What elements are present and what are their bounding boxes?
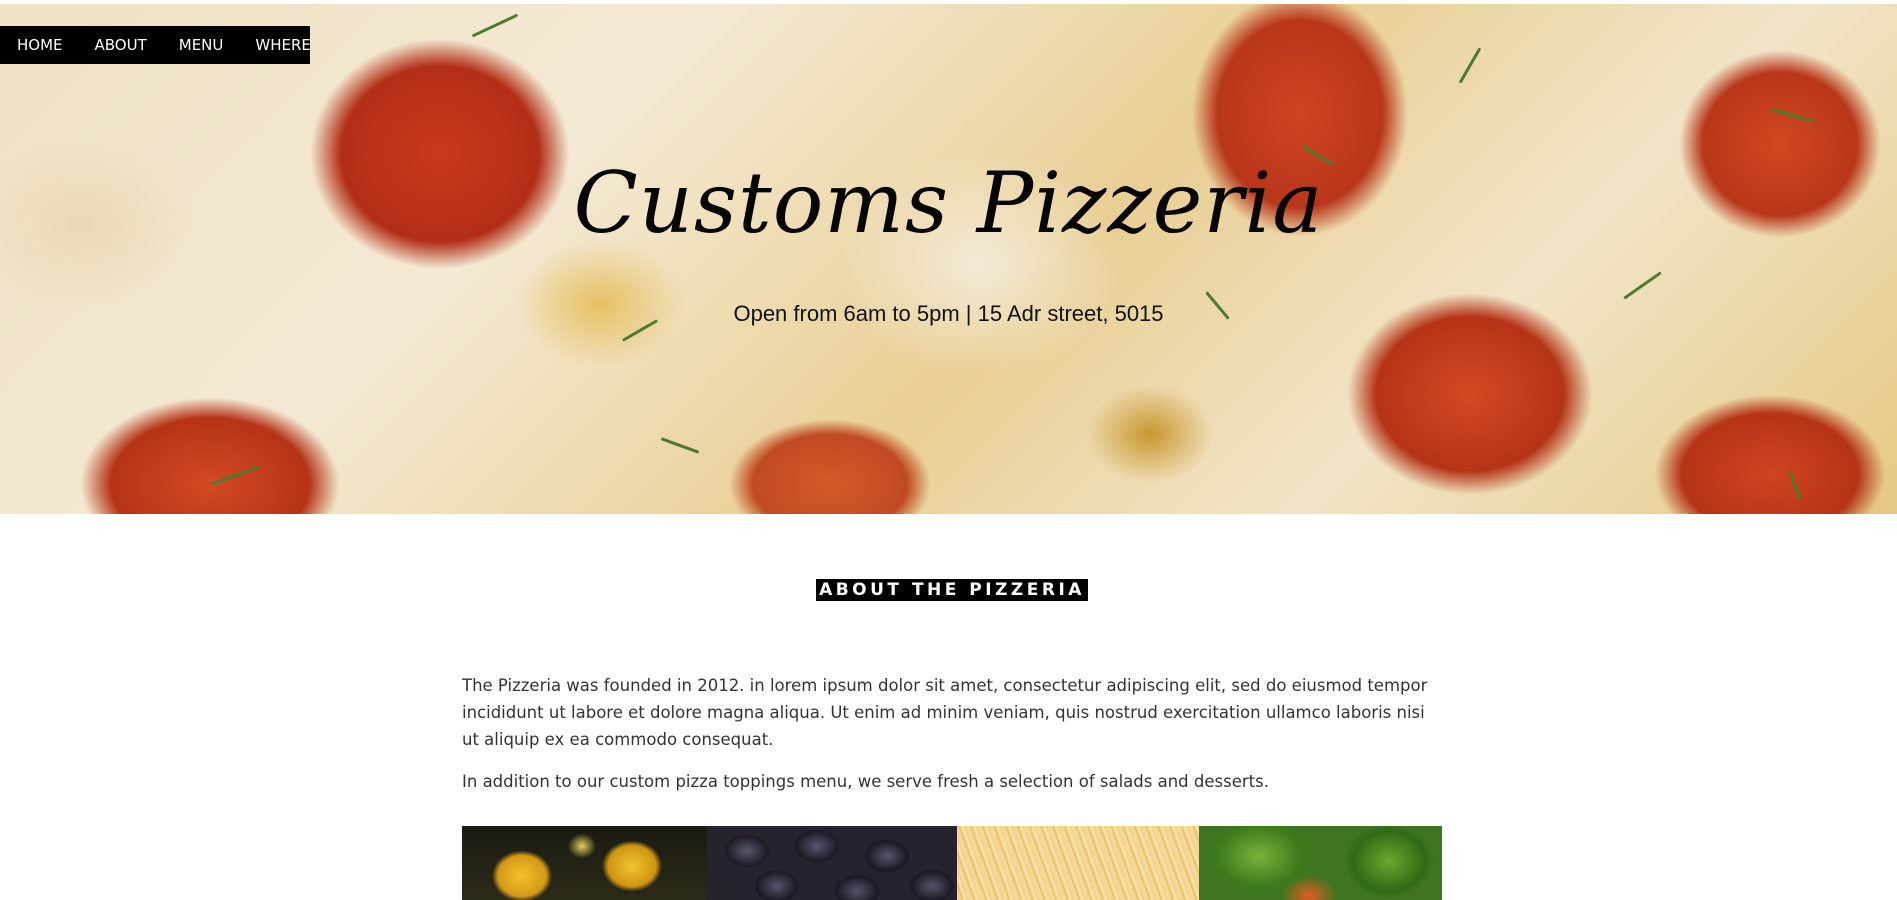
nav-about-link[interactable]: ABOUT [79, 26, 163, 64]
herb-garnish [1770, 108, 1815, 123]
olives-image [707, 826, 957, 900]
about-heading: ABOUT THE PIZZERIA [816, 579, 1088, 601]
cheese-image [957, 826, 1199, 900]
herb-garnish [1788, 470, 1802, 501]
hero-banner: Customs Pizzeria Open from 6am to 5pm | … [0, 4, 1897, 514]
herb-garnish [471, 13, 519, 38]
nav-where-link[interactable]: WHERE [239, 26, 327, 64]
ingredient-gallery [462, 826, 1442, 900]
main-nav: HOME ABOUT MENU WHERE [0, 26, 311, 64]
nav-menu-link[interactable]: MENU [163, 26, 240, 64]
pineapple-image [462, 826, 707, 900]
about-paragraph: In addition to our custom pizza toppings… [462, 772, 1269, 791]
herb-garnish [1623, 271, 1662, 300]
hero-title: Customs Pizzeria [573, 154, 1324, 252]
herb-garnish [1458, 47, 1482, 84]
nav-home-link[interactable]: HOME [0, 26, 79, 64]
herb-garnish [660, 437, 700, 454]
hero-subtitle: Open from 6am to 5pm | 15 Adr street, 50… [733, 301, 1164, 326]
herb-garnish [210, 465, 260, 486]
about-paragraph: The Pizzeria was founded in 2012. in lor… [462, 676, 1428, 749]
peppers-image [1199, 826, 1442, 900]
